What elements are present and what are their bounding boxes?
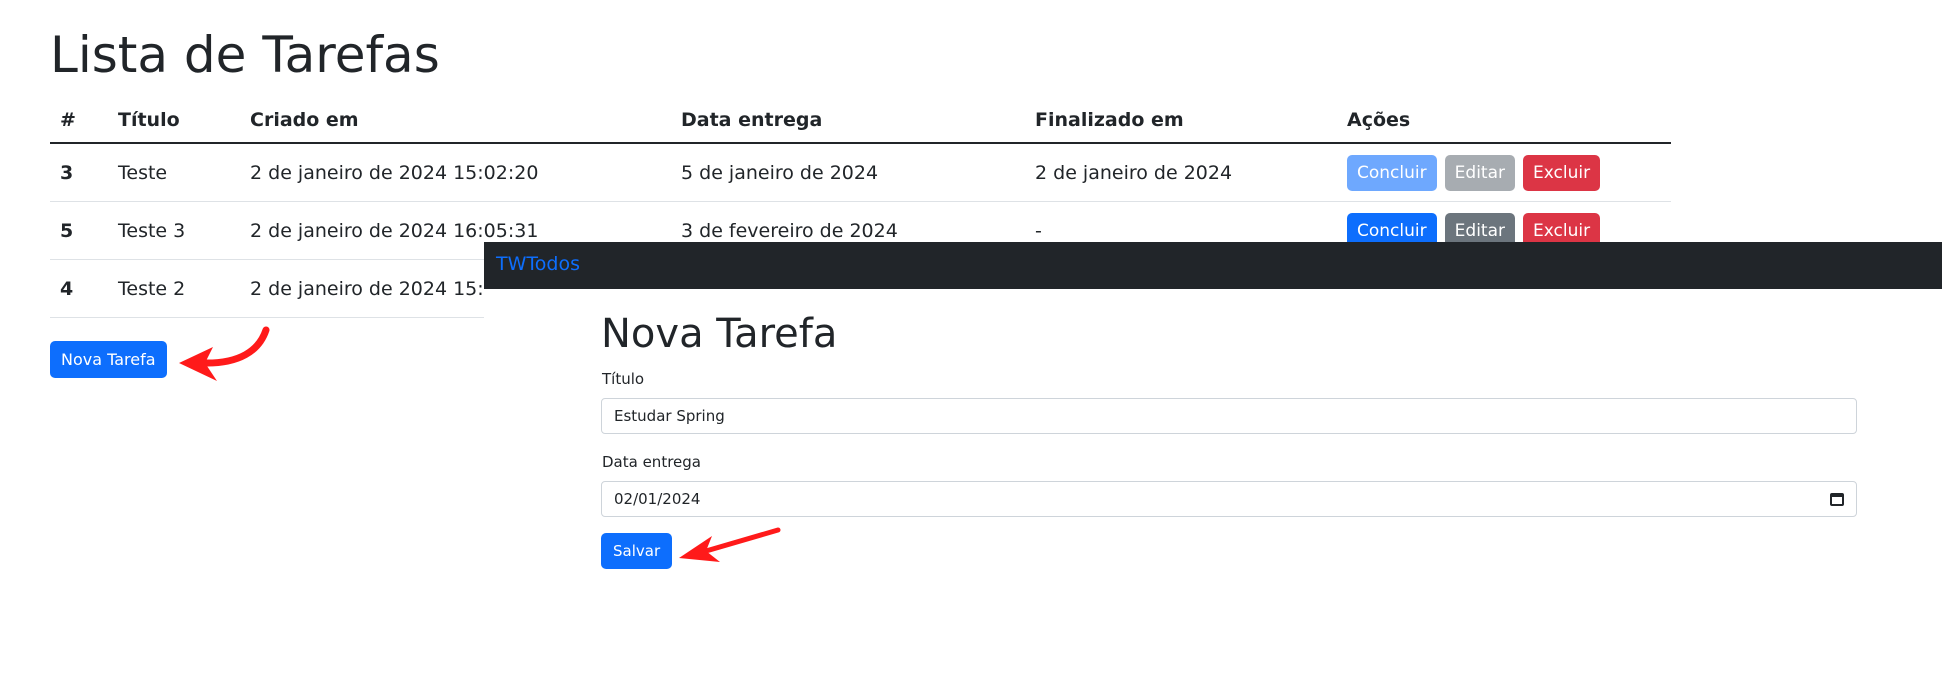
task-actions: Concluir Editar Excluir (1337, 143, 1671, 202)
data-entrega-input[interactable]: 02/01/2024 (601, 481, 1857, 517)
navbar: TWTodos (484, 242, 1942, 289)
page-title: Lista de Tarefas (50, 26, 440, 84)
task-titulo: Teste (108, 143, 240, 202)
header-row: # Título Criado em Data entrega Finaliza… (50, 97, 1671, 144)
editar-button[interactable]: Editar (1444, 154, 1515, 191)
screenshot-composite: Lista de Tarefas # Título Criado em Data… (0, 0, 1942, 684)
column-header-criado-em: Criado em (240, 97, 671, 144)
column-header-finalizado-em: Finalizado em (1025, 97, 1337, 144)
nova-tarefa-button[interactable]: Nova Tarefa (50, 341, 167, 378)
arrow-icon (179, 326, 270, 381)
task-id: 5 (50, 201, 108, 260)
column-header-id: # (50, 97, 108, 144)
task-criado-em: 2 de janeiro de 2024 15:02:20 (240, 143, 671, 202)
arrow-icon (679, 527, 781, 562)
task-id: 3 (50, 143, 108, 202)
task-id: 4 (50, 259, 108, 318)
titulo-input-value: Estudar Spring (614, 407, 725, 425)
brand-link[interactable]: TWTodos (496, 253, 580, 275)
calendar-icon[interactable] (1830, 492, 1844, 506)
column-header-data-entrega: Data entrega (671, 97, 1025, 144)
titulo-input[interactable]: Estudar Spring (601, 398, 1857, 434)
salvar-button[interactable]: Salvar (601, 533, 673, 569)
task-table-header: # Título Criado em Data entrega Finaliza… (50, 97, 1671, 144)
excluir-button[interactable]: Excluir (1523, 154, 1601, 191)
task-titulo: Teste 2 (108, 259, 240, 318)
data-entrega-input-value: 02/01/2024 (614, 490, 701, 508)
form-title: Nova Tarefa (601, 311, 838, 357)
new-task-form-page: TWTodos Nova Tarefa Título Estudar Sprin… (484, 242, 1942, 684)
column-header-titulo: Título (108, 97, 240, 144)
task-titulo: Teste 3 (108, 201, 240, 260)
titulo-label: Título (602, 370, 645, 388)
column-header-acoes: Ações (1337, 97, 1671, 144)
task-finalizado-em: 2 de janeiro de 2024 (1025, 143, 1337, 202)
task-data-entrega: 5 de janeiro de 2024 (671, 143, 1025, 202)
table-row: 3 Teste 2 de janeiro de 2024 15:02:20 5 … (50, 143, 1671, 202)
concluir-button[interactable]: Concluir (1347, 154, 1437, 191)
data-entrega-label: Data entrega (602, 453, 701, 471)
